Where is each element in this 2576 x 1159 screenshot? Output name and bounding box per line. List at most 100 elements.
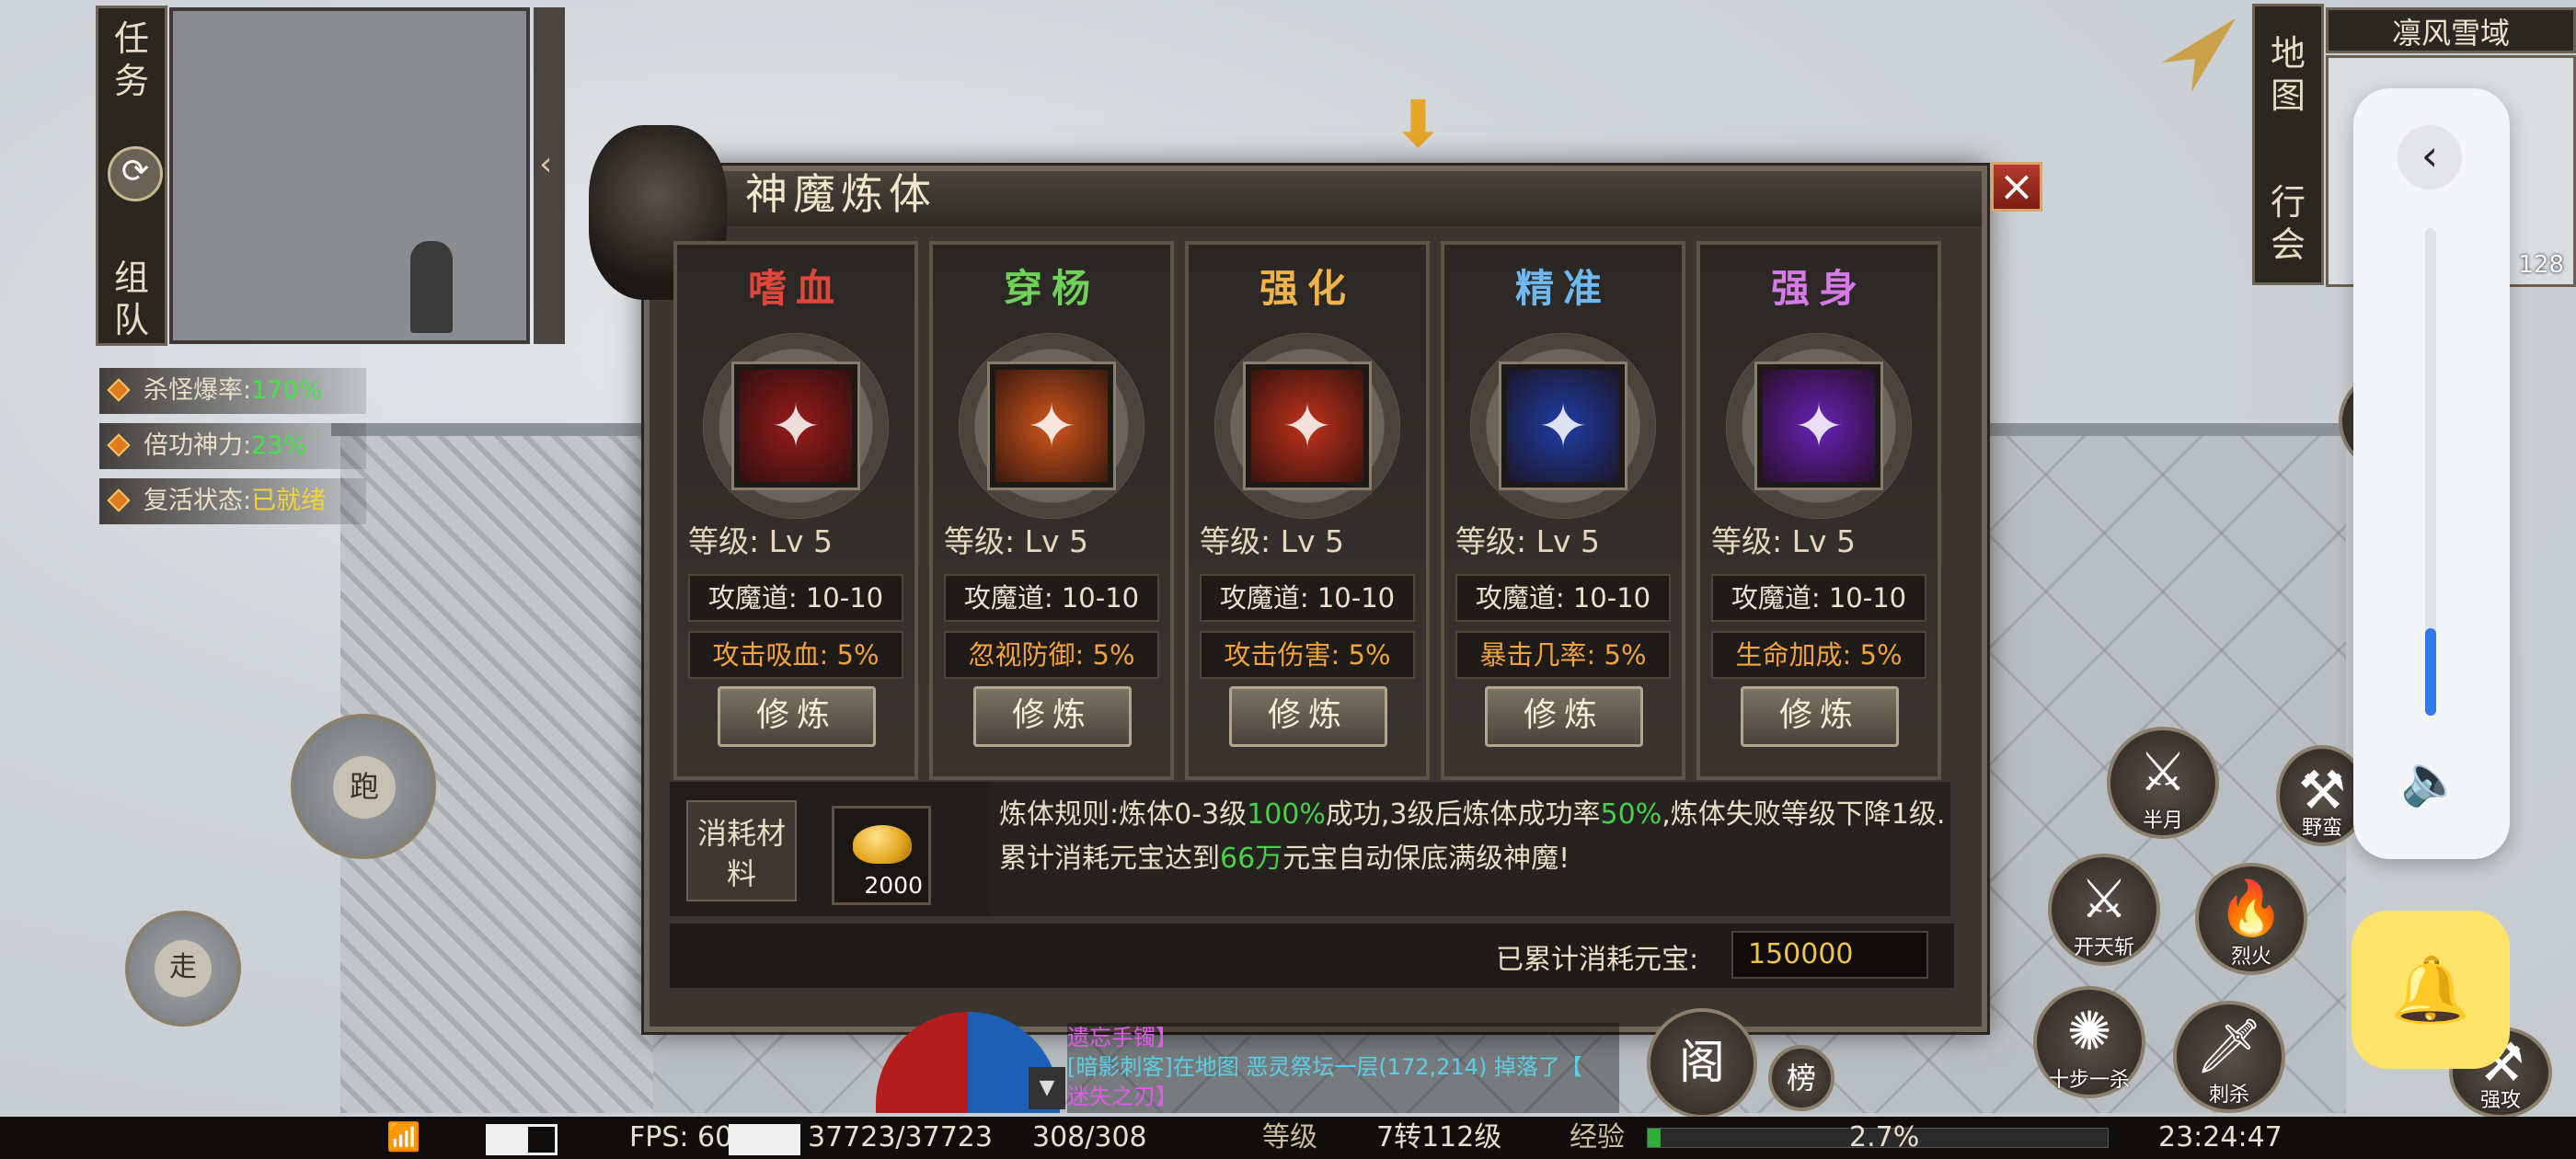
stat-drop-rate: 杀怪爆率:170% xyxy=(99,368,366,414)
joystick[interactable]: 跑 xyxy=(291,714,436,859)
column-title: 精准 xyxy=(1514,266,1611,311)
train-button[interactable]: 修炼 xyxy=(1229,686,1387,747)
refine-column: 强化 ✦ 等级: Lv 5 攻魔道: 10-10 攻击伤害: 5% 修炼 xyxy=(1185,241,1430,780)
pavilion-button[interactable]: 阁 xyxy=(1647,1008,1757,1119)
blood-claw-icon[interactable]: ✦ xyxy=(734,364,857,488)
notification-bell-icon[interactable]: 🔔 xyxy=(2352,911,2510,1069)
map-coordinate: 128 xyxy=(2518,251,2564,279)
attack-stat: 攻魔道: 10-10 xyxy=(944,574,1159,622)
refresh-icon[interactable]: ⟳ xyxy=(108,146,163,201)
cost-amount: 2000 xyxy=(864,872,923,899)
burst-icon: ✺ xyxy=(2066,1000,2112,1062)
column-title: 强身 xyxy=(1770,266,1867,311)
blade-icon: ⚔ xyxy=(2080,867,2128,930)
chat-line: [暗影刺客]在地图 恶灵祭坛一层(172,214) 掉落了【 xyxy=(1067,1054,1582,1080)
train-button[interactable]: 修炼 xyxy=(1485,686,1643,747)
precision-sword-icon[interactable]: ✦ xyxy=(1501,364,1625,488)
attack-stat: 攻魔道: 10-10 xyxy=(1711,574,1926,622)
gold-ingot-icon xyxy=(853,825,912,864)
column-title: 穿杨 xyxy=(1003,266,1099,311)
level-label: 等级 xyxy=(1262,1121,1317,1153)
chat-log[interactable]: 遗忘手镯】 [暗影刺客]在地图 恶灵祭坛一层(172,214) 掉落了【 迷失之… xyxy=(1067,1023,1619,1113)
column-title: 嗜血 xyxy=(747,266,844,311)
chevron-left-icon[interactable]: ‹ xyxy=(2398,125,2462,189)
total-label: 已累计消耗元宝: xyxy=(1496,944,1699,976)
walk-button[interactable]: 走 xyxy=(155,940,212,997)
volume-fill xyxy=(2425,627,2436,716)
tab-guild[interactable]: 行会 xyxy=(2255,181,2321,266)
sword-icon: ⚔ xyxy=(2139,740,2187,803)
level-text: 等级: Lv 5 xyxy=(1200,523,1345,559)
attack-stat: 攻魔道: 10-10 xyxy=(1200,574,1415,622)
refine-column: 精准 ✦ 等级: Lv 5 攻魔道: 10-10 暴击几率: 5% 修炼 xyxy=(1441,241,1685,780)
stat-revive: 复活状态:已就绪 xyxy=(99,478,366,524)
tab-task[interactable]: 任务 xyxy=(98,17,165,102)
left-tab-strip: 任务 ⟳ 组队 xyxy=(96,6,167,346)
tab-team[interactable]: 组队 xyxy=(98,257,165,341)
refining-rules: 炼体规则:炼体0-3级100%成功,3级后炼体成功率50%,炼体失败等级下降1级… xyxy=(999,798,1946,875)
chat-expand-icon[interactable]: ▼ xyxy=(1029,1067,1065,1109)
bonus-stat: 生命加成: 5% xyxy=(1711,631,1926,679)
run-button[interactable]: 跑 xyxy=(333,756,396,819)
cost-item-slot[interactable]: 2000 xyxy=(832,806,931,905)
piercing-arrow-icon[interactable]: ✦ xyxy=(990,364,1113,488)
level-text: 等级: Lv 5 xyxy=(688,523,834,559)
bonus-stat: 攻击伤害: 5% xyxy=(1200,631,1415,679)
refine-column: 嗜血 ✦ 等级: Lv 5 攻魔道: 10-10 攻击吸血: 5% 修炼 xyxy=(673,241,918,780)
chat-line: 遗忘手镯】 xyxy=(1067,1025,1178,1050)
tab-map[interactable]: 地图 xyxy=(2255,32,2321,117)
wifi-icon: 📶 xyxy=(386,1121,421,1153)
volume-slider[interactable] xyxy=(2425,228,2436,716)
map-name: 凛风雪域 xyxy=(2326,7,2576,53)
chevron-left-icon: ‹ xyxy=(539,145,553,183)
skill-half-moon[interactable]: ⚔ 半月 xyxy=(2107,727,2219,839)
stat-power: 倍功神力:23% xyxy=(99,423,366,469)
cost-label: 消耗材料 xyxy=(686,800,797,901)
battery-icon xyxy=(486,1124,558,1155)
skill-fire[interactable]: 🔥 烈火 xyxy=(2195,863,2307,975)
collapse-handle[interactable]: ‹ xyxy=(534,7,565,344)
train-button[interactable]: 修炼 xyxy=(718,686,876,747)
chat-line: 迷失之刃】 xyxy=(1067,1084,1178,1109)
mp-readout: 308/308 xyxy=(1032,1121,1147,1153)
train-button[interactable]: 修炼 xyxy=(1741,686,1899,747)
skill-assassinate[interactable]: 🗡 刺杀 xyxy=(2173,1001,2285,1113)
character-figure xyxy=(410,241,453,333)
attack-stat: 攻魔道: 10-10 xyxy=(1455,574,1671,622)
fps-readout: FPS: 60 xyxy=(629,1121,733,1153)
attack-stat: 攻魔道: 10-10 xyxy=(688,574,903,622)
refine-column: 强身 ✦ 等级: Lv 5 攻魔道: 10-10 生命加成: 5% 修炼 xyxy=(1696,241,1941,780)
bonus-stat: 忽视防御: 5% xyxy=(944,631,1159,679)
fire-icon: 🔥 xyxy=(2217,877,2285,939)
level-text: 等级: Lv 5 xyxy=(944,523,1089,559)
diamond-icon xyxy=(107,433,131,457)
walk-toggle[interactable]: 走 xyxy=(125,911,241,1027)
diamond-icon xyxy=(107,378,131,402)
exp-value: 2.7% xyxy=(1849,1121,1920,1153)
dagger-icon: 🗡 xyxy=(2195,1015,2263,1077)
exp-fill xyxy=(1648,1129,1661,1147)
speaker-icon[interactable]: 🔈 xyxy=(2399,751,2464,815)
close-button[interactable]: × xyxy=(1991,162,2042,212)
task-panel xyxy=(169,7,530,344)
train-button[interactable]: 修炼 xyxy=(973,686,1132,747)
bonus-stat: 暴击几率: 5% xyxy=(1455,631,1671,679)
flame-blade-icon[interactable]: ✦ xyxy=(1246,364,1369,488)
rank-button[interactable]: 榜 xyxy=(1768,1045,1834,1111)
hp-battery-icon xyxy=(729,1124,800,1155)
arrow-down-icon: ⬇ xyxy=(1391,86,1445,162)
level-value: 7转112级 xyxy=(1376,1121,1502,1153)
dialog-title: 神魔炼体 xyxy=(745,169,937,219)
skill-sky-split[interactable]: ⚔ 开天斩 xyxy=(2048,854,2160,966)
refine-column: 穿杨 ✦ 等级: Lv 5 攻魔道: 10-10 忽视防御: 5% 修炼 xyxy=(929,241,1174,780)
bonus-stat: 攻击吸血: 5% xyxy=(688,631,903,679)
right-tab-strip: 地图 行会 xyxy=(2252,4,2324,285)
total-value: 150000 xyxy=(1731,931,1928,979)
arcane-body-icon[interactable]: ✦ xyxy=(1757,364,1880,488)
level-text: 等级: Lv 5 xyxy=(1455,523,1601,559)
exp-label: 经验 xyxy=(1570,1121,1625,1153)
volume-panel: ‹ 🔈 xyxy=(2353,88,2510,859)
level-text: 等级: Lv 5 xyxy=(1711,523,1857,559)
diamond-icon xyxy=(107,488,131,512)
skill-ten-step[interactable]: ✺ 十步一杀 xyxy=(2033,986,2145,1098)
